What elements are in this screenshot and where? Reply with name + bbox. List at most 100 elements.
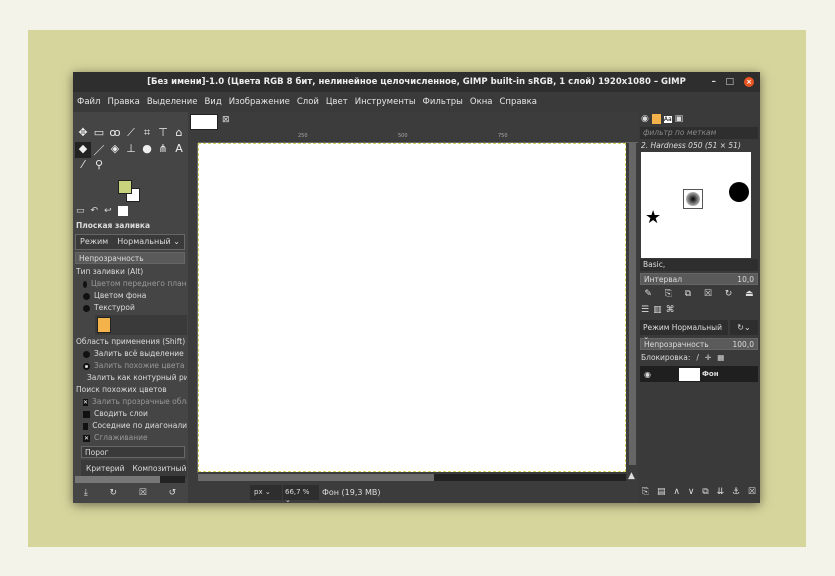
layers-tab-icon[interactable]: ☰ <box>641 305 649 315</box>
bucket-fill-icon[interactable]: ◆ <box>75 142 91 158</box>
pattern-selector[interactable] <box>95 315 187 335</box>
menu-edit[interactable]: Правка <box>107 97 139 107</box>
device-status-icon[interactable]: ▭ <box>76 206 85 216</box>
reset-options-icon[interactable]: ↺ <box>169 488 177 498</box>
open-brush-icon[interactable]: ⏏ <box>745 289 754 299</box>
new-group-icon[interactable]: ▤ <box>657 487 666 497</box>
refresh-brushes-icon[interactable]: ↻ <box>725 289 733 299</box>
clone-icon[interactable]: ⊥ <box>123 142 139 158</box>
fuzzy-select-icon[interactable]: ⟋ <box>123 126 139 142</box>
zoom-dropdown[interactable]: 66,7 % ⌄ <box>283 485 319 504</box>
layer-row[interactable]: ◉ Фон <box>640 366 758 382</box>
fonts-tab-icon[interactable]: Aa <box>663 115 672 123</box>
image-tab-thumbnail[interactable] <box>190 114 218 130</box>
layer-mode-dropdown[interactable]: Режим Нормальный ⌄ <box>640 320 728 341</box>
new-layer-icon[interactable]: ⎘ <box>642 487 649 497</box>
brush-tag-dropdown[interactable]: Basic, <box>640 259 758 271</box>
zoom-icon[interactable]: ⚲ <box>91 158 107 174</box>
brushes-tab-icon[interactable]: ◉ <box>641 114 649 124</box>
paintbrush-icon[interactable]: ／ <box>91 142 107 158</box>
anchor-layer-icon[interactable]: ⚓ <box>732 487 740 497</box>
gradients-tab-icon[interactable]: ▣ <box>675 114 684 124</box>
options-scrollbar[interactable] <box>75 476 185 483</box>
menu-color[interactable]: Цвет <box>326 97 348 107</box>
close-button[interactable]: × <box>744 77 754 87</box>
navigate-icon[interactable]: ▲ <box>628 471 635 481</box>
brush-item[interactable] <box>729 182 749 202</box>
lower-layer-icon[interactable]: ∨ <box>688 487 695 497</box>
undo-history-icon[interactable]: ↶ <box>91 206 99 216</box>
layer-opacity-slider[interactable]: Непрозрачность 100,0 <box>640 338 758 350</box>
mode-value: Нормальный <box>117 237 171 246</box>
menu-help[interactable]: Справка <box>499 97 536 107</box>
minimize-button[interactable]: – <box>712 72 717 92</box>
unit-dropdown[interactable]: px ⌄ <box>250 485 282 500</box>
fill-transparent-checkbox[interactable]: ✕Залить прозрачные области <box>73 396 187 408</box>
move-tool-icon[interactable]: ✥ <box>75 126 91 142</box>
smudge-icon[interactable]: ● <box>139 142 155 158</box>
canvas[interactable] <box>198 143 626 472</box>
lasso-icon[interactable]: ꝏ <box>107 126 123 142</box>
visibility-eye-icon[interactable]: ◉ <box>644 370 651 379</box>
composite-mode-icon[interactable]: ↻⌄ <box>730 320 758 335</box>
patterns-tab-icon[interactable] <box>651 114 661 124</box>
antialias-checkbox[interactable]: ✕ Сглаживание <box>73 432 187 444</box>
menu-windows[interactable]: Окна <box>470 97 493 107</box>
opacity-slider[interactable]: Непрозрачность <box>75 252 185 264</box>
menu-select[interactable]: Выделение <box>147 97 198 107</box>
maximize-button[interactable]: □ <box>725 72 734 92</box>
lock-alpha-icon[interactable]: ▦ <box>717 352 724 364</box>
crop-icon[interactable]: ⌗ <box>139 126 155 142</box>
duplicate-brush-icon[interactable]: ⧉ <box>685 289 691 299</box>
delete-brush-icon[interactable]: ☒ <box>704 289 712 299</box>
text-tool-icon[interactable]: A <box>171 142 187 158</box>
white-swatch-icon[interactable] <box>117 206 128 216</box>
mode-dropdown[interactable]: Режим Нормальный ⌄ <box>75 234 185 250</box>
lock-position-icon[interactable]: ✛ <box>705 352 711 364</box>
new-brush-icon[interactable]: ⎘ <box>665 289 672 299</box>
merge-layer-icon[interactable]: ⇊ <box>717 487 725 497</box>
delete-layer-icon[interactable]: ☒ <box>748 487 756 497</box>
images-icon[interactable]: ↩ <box>104 206 112 216</box>
area-selection-radio[interactable]: Залить всё выделение <box>73 348 187 360</box>
duplicate-layer-icon[interactable]: ⧉ <box>702 487 708 497</box>
fill-bg-radio[interactable]: Цветом фона <box>73 290 187 302</box>
restore-options-icon[interactable]: ↻ <box>110 488 118 498</box>
tag-filter-input[interactable]: фильтр по меткам <box>640 127 758 139</box>
channels-tab-icon[interactable]: ▥ <box>653 305 662 315</box>
sample-merged-checkbox[interactable]: Сводить слои <box>73 408 187 420</box>
transform-icon[interactable]: ⊤ <box>155 126 171 142</box>
warp-icon[interactable]: ⌂ <box>171 126 187 142</box>
diagonal-checkbox[interactable]: Соседние по диагонали <box>73 420 187 432</box>
vertical-scrollbar[interactable] <box>629 143 636 465</box>
fill-fg-radio[interactable]: Цветом переднего плана <box>73 278 187 290</box>
menu-tools[interactable]: Инструменты <box>355 97 416 107</box>
menu-view[interactable]: Вид <box>204 97 221 107</box>
area-lineart-radio[interactable]: Залить как контурный рисунок <box>73 372 187 384</box>
menu-filters[interactable]: Фильтры <box>423 97 463 107</box>
edit-brush-icon[interactable]: ✎ <box>644 289 652 299</box>
rect-select-icon[interactable]: ▭ <box>91 126 107 142</box>
menu-file[interactable]: Файл <box>77 97 100 107</box>
eraser-icon[interactable]: ◈ <box>107 142 123 158</box>
area-similar-radio[interactable]: Залить похожие цвета <box>73 360 187 372</box>
brush-item[interactable] <box>686 192 700 206</box>
brush-grid[interactable]: ★ <box>641 152 751 258</box>
color-picker-icon[interactable]: ⁄ <box>75 158 91 174</box>
paths-tab-icon[interactable]: ⌘ <box>666 305 675 315</box>
threshold-slider[interactable]: Порог <box>81 446 185 458</box>
spacing-slider[interactable]: Интервал 10,0 <box>640 273 758 285</box>
fill-pattern-radio[interactable]: Текстурой <box>73 302 187 314</box>
delete-options-icon[interactable]: ☒ <box>139 488 147 498</box>
dock-panel: ◉ Aa ▣ фильтр по меткам 2. Hardness 050 (5… <box>638 112 760 503</box>
foreground-color[interactable] <box>118 180 132 194</box>
lock-pixels-icon[interactable]: / <box>696 352 699 364</box>
menu-image[interactable]: Изображение <box>229 97 290 107</box>
close-tab-icon[interactable]: ⊠ <box>222 115 230 125</box>
brush-item[interactable]: ★ <box>645 207 661 228</box>
horizontal-scrollbar[interactable] <box>198 474 626 481</box>
raise-layer-icon[interactable]: ∧ <box>673 487 680 497</box>
menu-layer[interactable]: Слой <box>297 97 319 107</box>
save-options-icon[interactable]: ⤓ <box>84 488 88 498</box>
paths-icon[interactable]: ⋔ <box>155 142 171 158</box>
